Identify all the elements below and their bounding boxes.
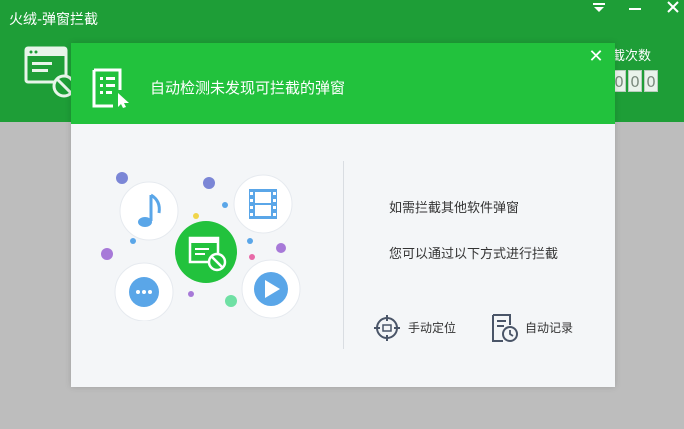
music-bubble-icon: [119, 181, 179, 241]
manual-locate-label: 手动定位: [408, 321, 457, 335]
play-bubble-icon: [241, 259, 301, 319]
vertical-divider: [343, 161, 344, 349]
popup-block-icon: [24, 46, 76, 102]
popup-block-center-icon: [175, 221, 237, 283]
hint-line-1: 如需拦截其他软件弹窗: [389, 201, 520, 216]
auto-record-label: 自动记录: [525, 321, 574, 335]
dropdown-icon[interactable]: [588, 0, 610, 18]
crosshair-icon: [373, 314, 401, 342]
block-count-label: 截次数: [612, 49, 652, 64]
close-icon[interactable]: [662, 0, 684, 18]
popup-header: 自动检测未发现可拦截的弹窗 ✕: [71, 43, 615, 124]
minimize-icon[interactable]: [624, 0, 646, 18]
hint-line-2: 您可以通过以下方式进行拦截: [389, 247, 559, 262]
film-bubble-icon: [233, 174, 293, 234]
popup-title: 自动检测未发现可拦截的弹窗: [150, 79, 346, 97]
count-digit: 0: [644, 70, 658, 92]
popup-illustration: [99, 161, 309, 325]
chat-bubble-icon: [114, 262, 174, 322]
popup-dialog: 自动检测未发现可拦截的弹窗 ✕ 如需拦截其他软件弹窗 您可以通过以下方式进行拦截…: [71, 43, 615, 387]
clock-record-icon: [490, 313, 518, 343]
document-scan-icon: [91, 68, 133, 112]
manual-locate-button[interactable]: 手动定位: [373, 313, 456, 343]
popup-close-icon[interactable]: ✕: [586, 47, 606, 67]
auto-record-button[interactable]: 自动记录: [490, 313, 573, 343]
window-title: 火绒-弹窗拦截: [9, 12, 99, 28]
block-count-display: 0 0 0: [612, 70, 658, 92]
count-digit: 0: [628, 70, 642, 92]
